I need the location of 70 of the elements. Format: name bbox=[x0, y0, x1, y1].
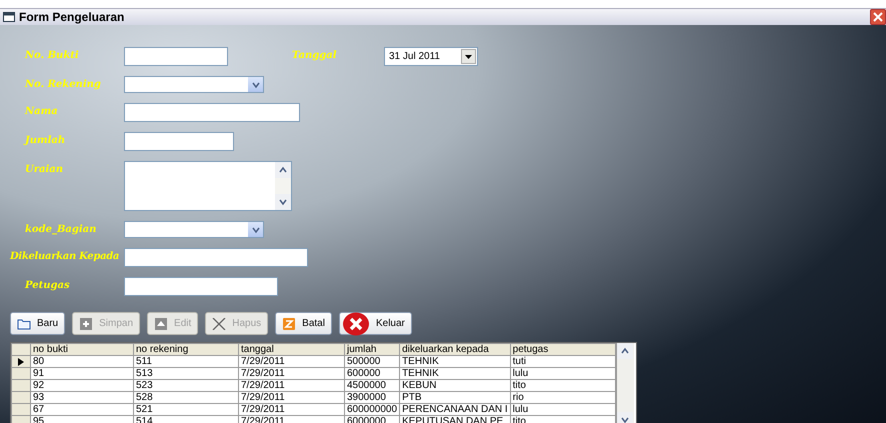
table-cell: lulu bbox=[510, 368, 616, 380]
table-cell: 67 bbox=[30, 404, 134, 416]
table-cell: lulu bbox=[510, 404, 616, 416]
table-cell: 3900000 bbox=[344, 392, 400, 404]
dropdown-field[interactable] bbox=[124, 76, 264, 93]
table-cell: KEBUN bbox=[400, 380, 510, 392]
window-icon bbox=[3, 12, 15, 22]
toolbar-button[interactable]: Baru bbox=[10, 312, 66, 335]
text-field[interactable] bbox=[124, 132, 234, 151]
current-row-arrow-icon bbox=[18, 358, 24, 366]
cross-icon bbox=[212, 318, 226, 330]
table-cell: tuti bbox=[510, 356, 616, 368]
toolbar-button[interactable]: Keluar bbox=[338, 312, 412, 335]
dropdown-field[interactable] bbox=[124, 221, 264, 238]
scroll-bar[interactable] bbox=[616, 343, 634, 423]
field-label: Nama bbox=[24, 105, 59, 117]
table-cell: TEHNIK bbox=[400, 356, 510, 368]
text-area[interactable] bbox=[124, 161, 292, 211]
table-cell: 600000000 bbox=[344, 404, 400, 416]
close-icon bbox=[342, 312, 370, 336]
table-cell: 7/29/2011 bbox=[238, 368, 344, 380]
text-field[interactable] bbox=[124, 277, 278, 296]
table-cell: PERENCANAAN DAN I bbox=[400, 404, 510, 416]
table-cell: tito bbox=[510, 380, 616, 392]
column-header[interactable]: jumlah bbox=[344, 344, 400, 356]
table-cell: 7/29/2011 bbox=[238, 404, 344, 416]
field-label: Jumlah bbox=[22, 134, 66, 146]
row-selector[interactable] bbox=[12, 356, 30, 368]
column-header[interactable]: tanggal bbox=[238, 344, 344, 356]
table-cell: 91 bbox=[30, 368, 134, 380]
table-cell: PTB bbox=[400, 392, 510, 404]
table-cell: 92 bbox=[30, 380, 134, 392]
field-label: Dikeluarkan Kepada bbox=[10, 250, 120, 262]
field-label: No. Bukti bbox=[24, 49, 80, 61]
toolbar-button[interactable]: Batal bbox=[275, 312, 332, 335]
close-button[interactable] bbox=[870, 9, 886, 25]
table-cell: 500000 bbox=[344, 356, 400, 368]
field-label: Tanggal bbox=[292, 49, 338, 61]
eject-icon bbox=[154, 318, 168, 330]
field-label: No. Rekening bbox=[24, 78, 102, 90]
text-field[interactable] bbox=[124, 248, 308, 267]
folder-icon bbox=[17, 318, 31, 330]
table-cell: 523 bbox=[134, 380, 238, 392]
table-cell: TEHNIK bbox=[400, 368, 510, 380]
table-cell: 528 bbox=[134, 392, 238, 404]
table-cell: 7/29/2011 bbox=[238, 380, 344, 392]
table-cell: 93 bbox=[30, 392, 134, 404]
plus-icon bbox=[79, 318, 94, 330]
text-field[interactable] bbox=[124, 103, 300, 122]
text-field[interactable] bbox=[124, 47, 228, 66]
header-corner bbox=[12, 344, 30, 356]
column-header[interactable]: petugas bbox=[510, 344, 616, 356]
column-header[interactable]: no bukti bbox=[30, 344, 134, 356]
field-label: Petugas bbox=[24, 279, 71, 291]
table-cell: rio bbox=[510, 392, 616, 404]
table-cell: 521 bbox=[134, 404, 238, 416]
table-cell: 511 bbox=[134, 356, 238, 368]
column-header[interactable]: dikeluarkan kepada bbox=[400, 344, 510, 356]
field-label: Uraian bbox=[24, 163, 64, 175]
table-cell: 7/29/2011 bbox=[238, 392, 344, 404]
dropdown-arrow-icon bbox=[465, 54, 472, 58]
window-title: Form Pengeluaran bbox=[19, 10, 124, 24]
date-picker[interactable]: 31 Jul 2011 bbox=[384, 47, 478, 66]
table-cell: 513 bbox=[134, 368, 238, 380]
table-cell: 4500000 bbox=[344, 380, 400, 392]
table-cell: 80 bbox=[30, 356, 134, 368]
field-label: kode_Bagian bbox=[24, 223, 98, 235]
table-cell: 7/29/2011 bbox=[238, 356, 344, 368]
table-cell: 600000 bbox=[344, 368, 400, 380]
column-header[interactable]: no rekening bbox=[134, 344, 238, 356]
